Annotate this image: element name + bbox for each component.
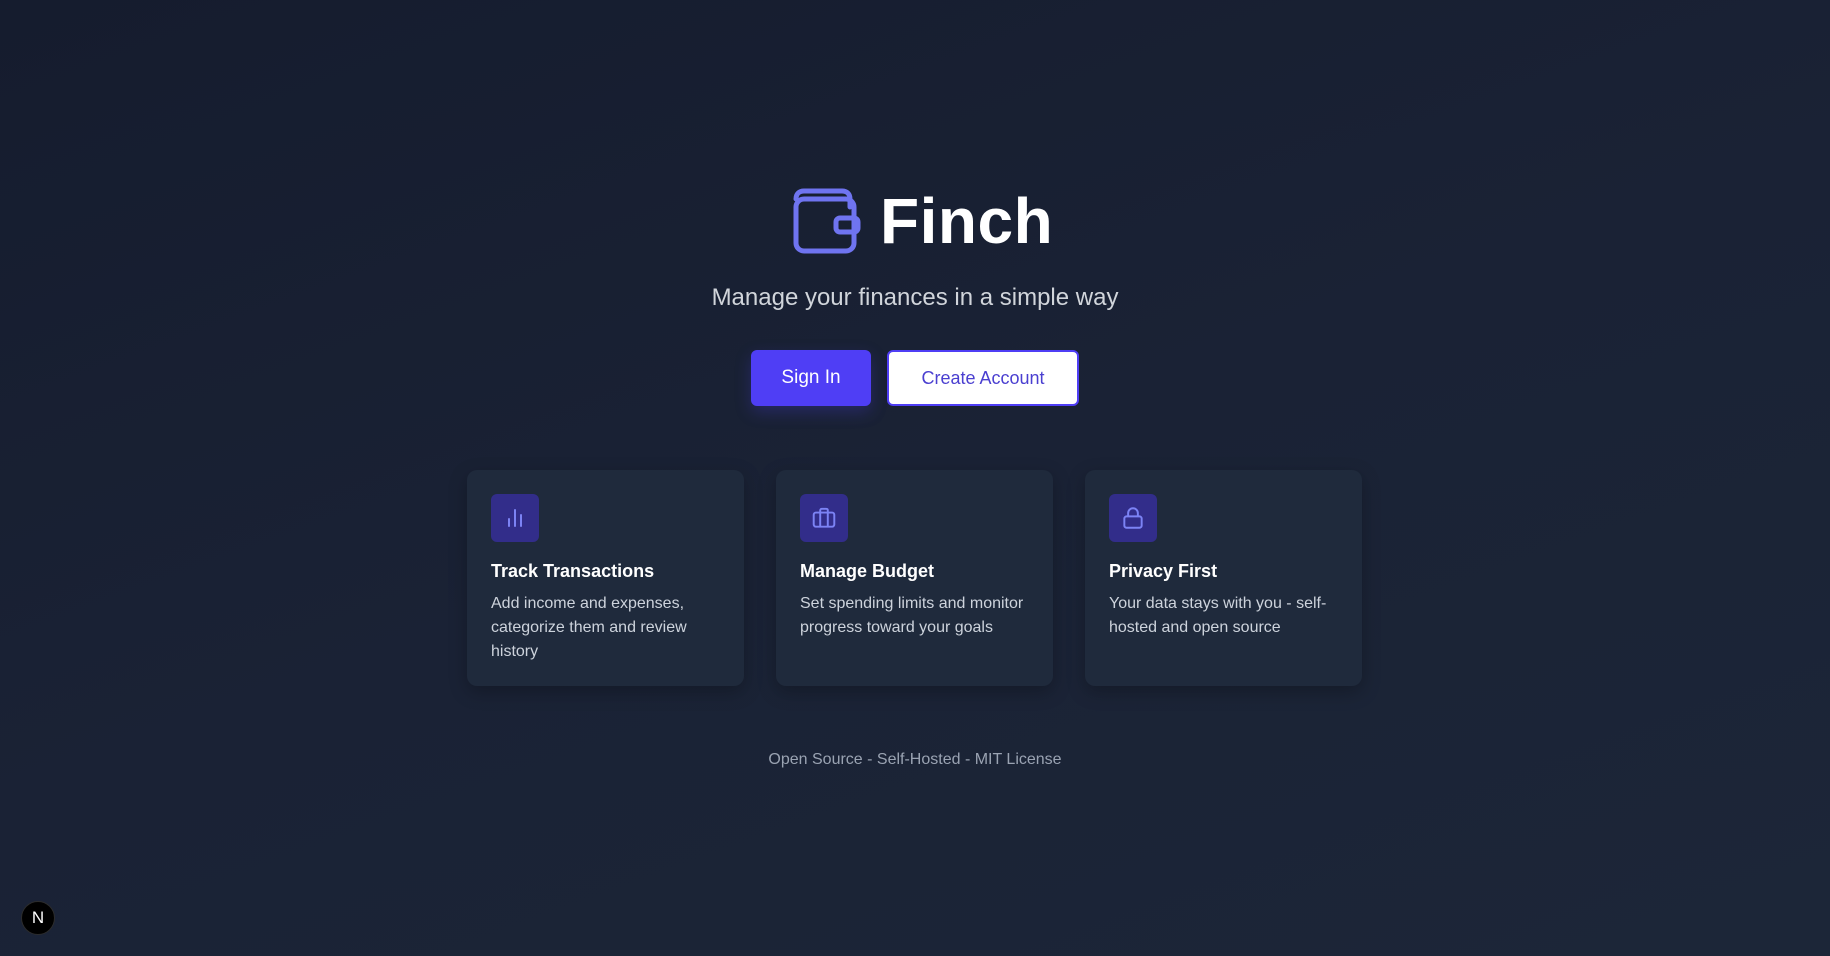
wallet-icon (790, 185, 862, 257)
create-account-button[interactable]: Create Account (887, 350, 1079, 406)
feature-description: Your data stays with you - self-hosted a… (1109, 595, 1327, 636)
feature-title: Track Transactions (491, 561, 655, 581)
briefcase-icon (800, 494, 848, 542)
bar-chart-icon (491, 494, 539, 542)
brand: Finch (790, 185, 1053, 257)
lock-icon (1109, 494, 1157, 542)
feature-title: Privacy First (1109, 561, 1218, 581)
feature-description: Add income and expenses, categorize them… (491, 595, 687, 660)
feature-title: Manage Budget (800, 561, 935, 581)
sign-in-button[interactable]: Sign In (751, 350, 871, 406)
app-name: Finch (880, 185, 1054, 257)
feature-card-privacy-first: Privacy First Your data stays with you -… (1085, 470, 1362, 686)
dev-tools-indicator-button[interactable]: N (21, 901, 55, 935)
feature-card-manage-budget: Manage Budget Set spending limits and mo… (776, 470, 1053, 686)
tagline: Manage your finances in a simple way (711, 284, 1119, 311)
feature-card-track-transactions: Track Transactions Add income and expens… (467, 470, 744, 686)
features: Track Transactions Add income and expens… (467, 470, 1362, 686)
feature-description: Set spending limits and monitor progress… (800, 595, 1024, 636)
auth-actions: Sign In Create Account (751, 350, 1079, 406)
footer-note: Open Source - Self-Hosted - MIT License (768, 751, 1062, 768)
